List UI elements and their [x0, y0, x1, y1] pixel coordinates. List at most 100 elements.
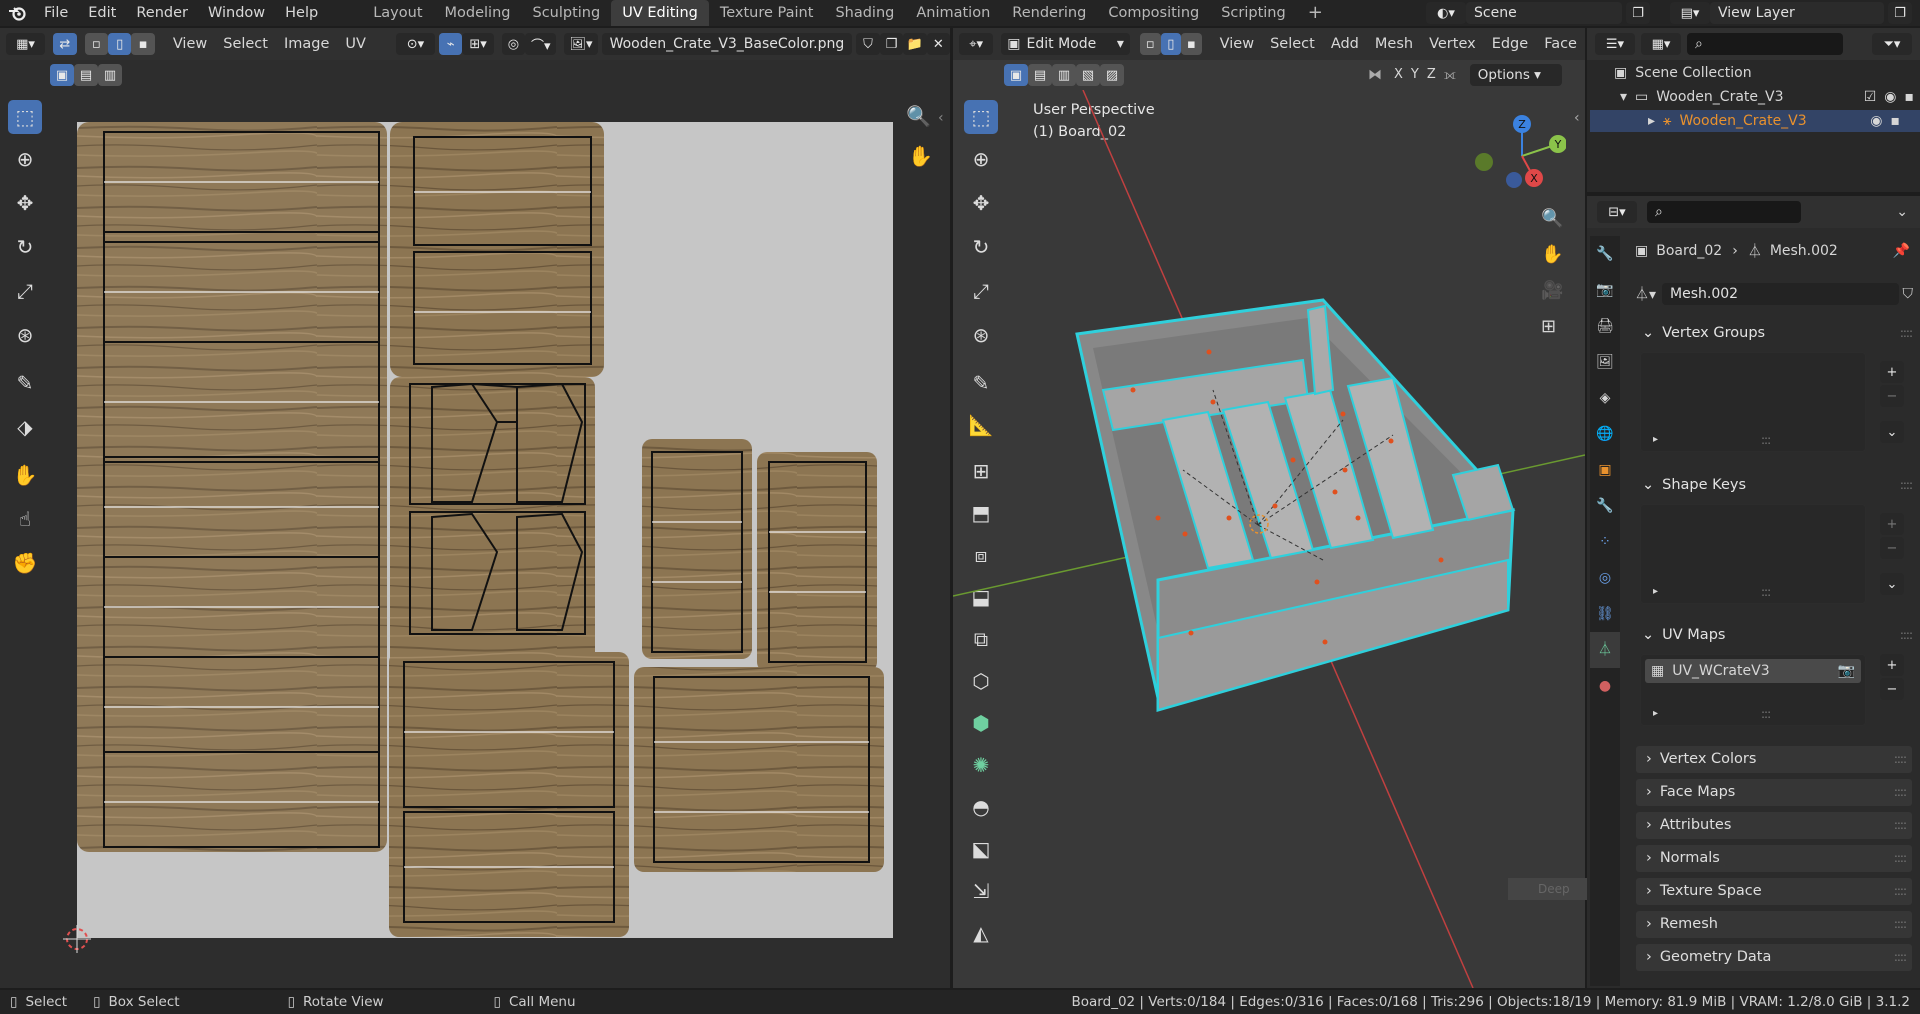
tab-sculpting[interactable]: Sculpting [521, 0, 611, 26]
camera-icon[interactable]: ▪ [1891, 113, 1901, 129]
tool-tab-icon[interactable]: 🔧 [1590, 236, 1620, 272]
view-layer-icon[interactable]: ▤▾ [1670, 2, 1710, 24]
viewport-menu-edge[interactable]: Edge [1484, 32, 1537, 56]
drag-handle-icon[interactable]: :::: [1894, 944, 1907, 971]
pivot-icon[interactable]: ⊙▾ [395, 33, 435, 55]
uv-map-item[interactable]: ▦ UV_WCrateV3 📷 [1645, 659, 1861, 683]
checkbox-icon[interactable]: ☑ [1864, 89, 1877, 105]
blender-logo-icon[interactable] [0, 5, 34, 21]
view-layer-selector[interactable]: ▤▾ View Layer ❐ [1670, 2, 1912, 24]
uv-sync-selection-icon[interactable]: ⇄ [53, 33, 77, 55]
render-tab-icon[interactable]: 📷 [1590, 272, 1620, 308]
proportional-edit-icon[interactable]: ◎ [501, 33, 526, 55]
tab-texture-paint[interactable]: Texture Paint [709, 0, 825, 26]
uv-grab-tool-icon[interactable]: ✋ [8, 458, 42, 492]
mirror-z-toggle[interactable]: Z [1423, 63, 1440, 87]
open-image-icon[interactable]: 📁 [903, 33, 927, 55]
physics-tab-icon[interactable]: ◎ [1590, 560, 1620, 596]
expand-down-icon[interactable]: ▾ [1620, 89, 1627, 105]
shape-key-specials-icon[interactable]: ⌄ [1880, 573, 1904, 595]
drag-handle-icon[interactable]: :::: [1900, 622, 1913, 648]
tab-compositing[interactable]: Compositing [1097, 0, 1210, 26]
drag-handle-icon[interactable]: :::: [1894, 878, 1907, 905]
drag-handle-icon[interactable]: :::: [1894, 746, 1907, 773]
new-view-layer-icon[interactable]: ❐ [1888, 2, 1912, 24]
uv-select-box-tool-icon[interactable]: ⬚ [8, 100, 42, 134]
mesh-name-field[interactable]: Mesh.002 [1662, 283, 1899, 305]
eye-icon[interactable]: ◉ [1870, 113, 1882, 129]
snap-icon[interactable]: ⌁ [439, 33, 463, 55]
editor-type-icon[interactable]: ▦▾ [6, 33, 46, 55]
tab-uv-editing[interactable]: UV Editing [611, 0, 709, 26]
fake-user-icon[interactable]: ⛉ [856, 33, 880, 55]
auto-merge-icon[interactable]: ⟗ [1444, 67, 1466, 83]
viewport-editor-type-icon[interactable]: ⌖▾ [959, 33, 994, 55]
uv-cursor-tool-icon[interactable]: ⊕ [8, 142, 42, 176]
filter-icon[interactable]: ⏷▾ [1872, 33, 1912, 55]
add-uv-map-icon[interactable]: + [1880, 654, 1904, 676]
particles-tab-icon[interactable]: ⁘ [1590, 524, 1620, 560]
properties-search-input[interactable]: ⌕ [1647, 201, 1801, 223]
uv-transform-tool-icon[interactable]: ⊛ [8, 318, 42, 352]
select-subtract-icon[interactable]: ▥ [98, 64, 122, 86]
viewport-zoom-icon[interactable]: 🔍 [1541, 208, 1571, 244]
face-select-icon[interactable]: ▪ [131, 33, 155, 55]
vp-select-new-icon[interactable]: ▣ [1004, 64, 1028, 86]
uv-2d-cursor-icon[interactable] [63, 925, 91, 953]
mesh-browse-icon[interactable]: ⏃▾ [1635, 284, 1656, 304]
uv-rip-region-tool-icon[interactable]: ⬗ [8, 410, 42, 444]
output-tab-icon[interactable]: 🖨 [1590, 308, 1620, 344]
add-shape-key-icon[interactable]: + [1880, 513, 1904, 535]
uv-menu-view[interactable]: View [165, 32, 215, 56]
modifier-tab-icon[interactable]: 🔧 [1590, 488, 1620, 524]
render-camera-icon[interactable]: 📷 [1838, 663, 1855, 679]
vp-select-invert-icon[interactable]: ▧ [1076, 64, 1100, 86]
outliner-search-input[interactable]: ⌕ [1687, 33, 1843, 55]
shape-keys-list[interactable]: ▸ ::: [1640, 504, 1866, 604]
uv-menu-uv[interactable]: UV [337, 32, 374, 56]
new-image-icon[interactable]: ❐ [879, 33, 904, 55]
remove-shape-key-icon[interactable]: − [1880, 537, 1904, 559]
vp-select-subtract-icon[interactable]: ▥ [1052, 64, 1076, 86]
material-tab-icon[interactable]: ● [1590, 668, 1620, 704]
tab-scripting[interactable]: Scripting [1210, 0, 1296, 26]
outliner-editor-type-icon[interactable]: ☰▾ [1595, 33, 1635, 55]
scene-icon[interactable]: ◐▾ [1426, 2, 1466, 24]
viewport-sidebar-toggle-icon[interactable]: ‹ [1574, 110, 1580, 126]
drag-handle-icon[interactable]: :::: [1900, 472, 1913, 498]
options-dropdown[interactable]: Options ▾ [1469, 64, 1562, 86]
mode-selector[interactable]: ▣ Edit Mode ▾ [1001, 33, 1130, 55]
mirror-y-toggle[interactable]: Y [1407, 63, 1423, 87]
uv-menu-select[interactable]: Select [215, 32, 276, 56]
uv-maps-list[interactable]: ▦ UV_WCrateV3 📷 ▸ ::: [1640, 654, 1866, 726]
scene-selector[interactable]: ◐▾ Scene ❐ [1426, 2, 1650, 24]
resize-handle-icon[interactable]: ::: [1761, 585, 1771, 599]
panel-attributes[interactable]: › Attributes:::: [1636, 812, 1912, 839]
edge-select-icon[interactable]: ▯ [107, 33, 132, 55]
viewport-menu-face[interactable]: Face [1536, 32, 1585, 56]
vp-select-intersect-icon[interactable]: ▨ [1100, 64, 1124, 86]
snap-target-icon[interactable]: ⊞▾ [462, 33, 494, 55]
world-tab-icon[interactable]: 🌐 [1590, 416, 1620, 452]
menu-edit[interactable]: Edit [78, 0, 126, 26]
menu-file[interactable]: File [34, 0, 78, 26]
expand-right-icon[interactable]: ▸ [1653, 708, 1658, 719]
uv-maps-header[interactable]: ⌄ UV Maps :::: [1636, 622, 1913, 648]
display-mode-icon[interactable]: ▦▾ [1641, 33, 1681, 55]
properties-editor-type-icon[interactable]: ⊟▾ [1597, 201, 1637, 223]
mesh-datablock-selector[interactable]: ⏃▾ Mesh.002 ⛉ [1635, 282, 1913, 306]
uv-pinch-tool-icon[interactable]: ✊ [8, 546, 42, 580]
uv-menu-image[interactable]: Image [276, 32, 337, 56]
resize-handle-icon[interactable]: ::: [1761, 433, 1771, 447]
shape-keys-header[interactable]: ⌄ Shape Keys :::: [1636, 472, 1913, 498]
menu-window[interactable]: Window [198, 0, 275, 26]
face-mode-icon[interactable]: ▪ [1181, 33, 1202, 55]
viewport-scene[interactable] [952, 89, 1586, 989]
drag-handle-icon[interactable]: :::: [1894, 812, 1907, 839]
vertex-mode-icon[interactable]: ▫ [1139, 33, 1161, 55]
vp-select-extend-icon[interactable]: ▤ [1028, 64, 1052, 86]
view-layer-name-field[interactable]: View Layer [1710, 2, 1884, 24]
remove-vertex-group-icon[interactable]: − [1880, 385, 1904, 407]
tab-modeling[interactable]: Modeling [434, 0, 522, 26]
drag-handle-icon[interactable]: :::: [1900, 320, 1913, 346]
